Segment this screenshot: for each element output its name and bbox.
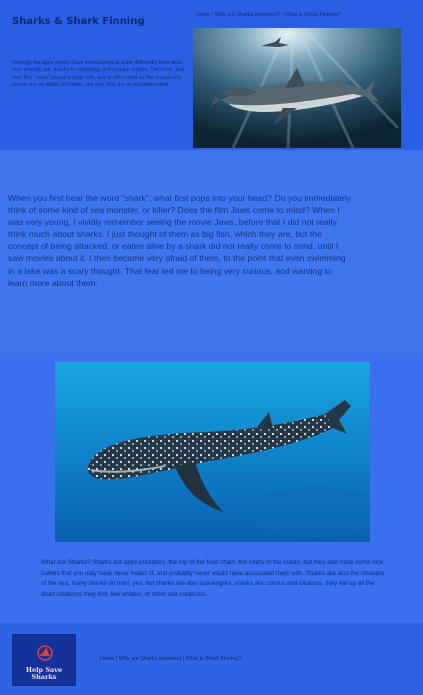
nav-why-important-link[interactable]: Why are Sharks important? bbox=[215, 12, 280, 18]
section-paragraph: What are Sharks? Sharks are apex predato… bbox=[41, 559, 385, 598]
nav-home-link[interactable]: Home bbox=[196, 12, 210, 18]
intro-section: When you first hear the word "shark", wh… bbox=[0, 150, 423, 353]
top-nav: Home | Why are Sharks important? | What … bbox=[196, 12, 341, 18]
whale-shark-photo-icon bbox=[55, 362, 370, 542]
intro-paragraph: Through the ages sharks have been looked… bbox=[12, 60, 185, 89]
shark-fin-icon bbox=[37, 645, 53, 661]
what-are-sharks-section: What are Sharks? Sharks are apex predato… bbox=[0, 353, 423, 623]
footer: Help Save Sharks Home | Why are Sharks i… bbox=[0, 623, 423, 695]
section-paragraph: When you first hear the word "shark", wh… bbox=[8, 193, 351, 288]
footer-nav-shark-finning-link[interactable]: What is Shark Finning? bbox=[186, 656, 242, 662]
bottom-nav: Home | Why are Sharks important | What i… bbox=[100, 656, 242, 662]
nav-shark-finning-link[interactable]: What is Shark Finning? bbox=[285, 12, 341, 18]
site-title: Sharks & Shark Finning bbox=[12, 16, 145, 27]
help-save-sharks-logo[interactable]: Help Save Sharks bbox=[12, 634, 76, 686]
footer-nav-home-link[interactable]: Home bbox=[100, 656, 114, 662]
shark-photo-icon bbox=[193, 28, 401, 148]
footer-nav-why-important-link[interactable]: Why are Sharks important bbox=[119, 656, 181, 662]
header: Sharks & Shark Finning Home | Why are Sh… bbox=[0, 0, 423, 150]
logo-text: Help Save Sharks bbox=[25, 666, 63, 681]
